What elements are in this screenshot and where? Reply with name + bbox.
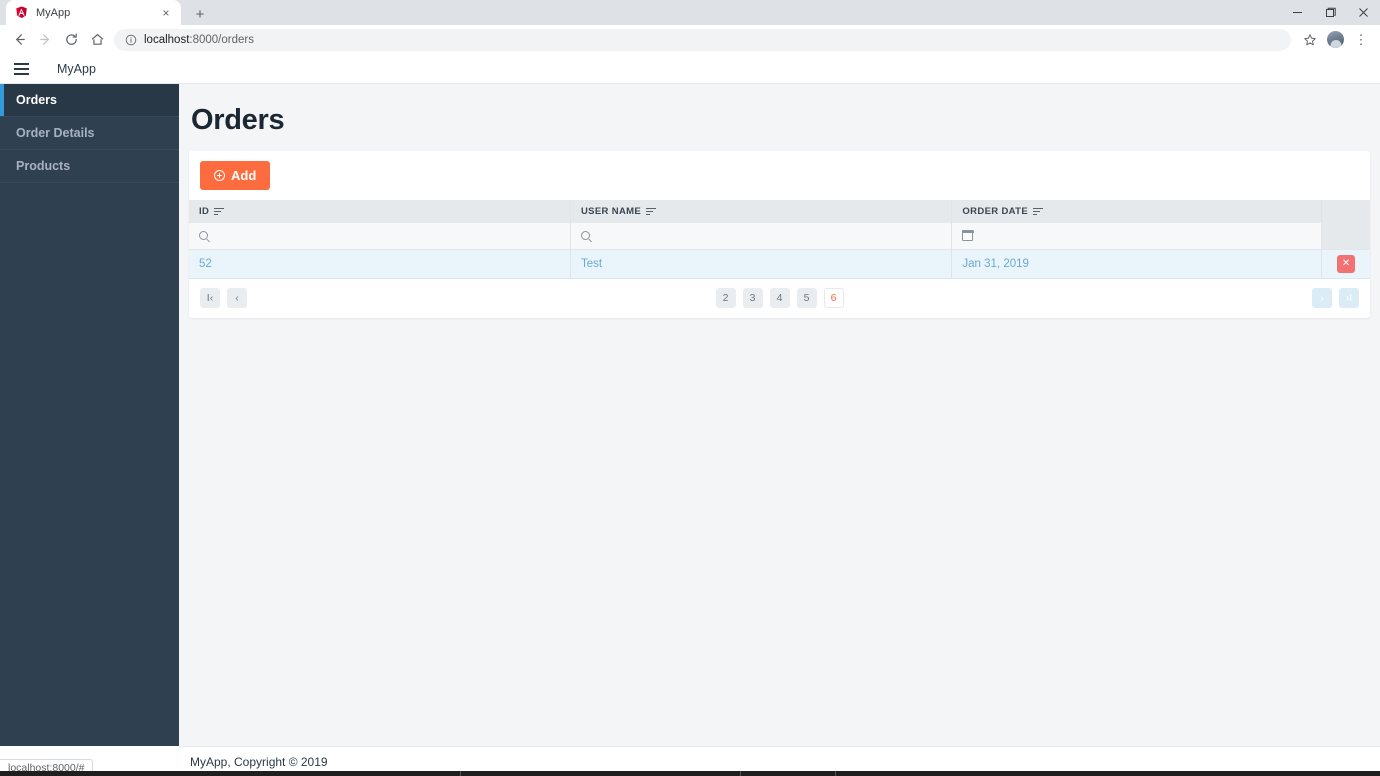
column-header-label: USER NAME bbox=[580, 206, 642, 217]
search-icon bbox=[580, 231, 590, 241]
filter-cell-id[interactable] bbox=[189, 223, 571, 250]
filter-cell-user-name[interactable] bbox=[570, 223, 953, 250]
sidebar-item-label: Orders bbox=[16, 93, 57, 107]
cell-user-name: Test bbox=[570, 249, 953, 279]
tab-strip: MyApp × + bbox=[0, 0, 1380, 25]
app-brand[interactable]: MyApp bbox=[57, 62, 96, 76]
pagination-pages: 2 3 4 5 6 bbox=[189, 288, 1370, 308]
home-icon[interactable] bbox=[84, 27, 110, 53]
filter-cell-order-date[interactable] bbox=[951, 223, 1323, 250]
pagination-last-button: ›I bbox=[1339, 288, 1359, 308]
pagination-first-button[interactable]: I‹ bbox=[200, 288, 220, 308]
app-navbar: MyApp bbox=[0, 55, 1380, 84]
pagination-left: I‹ ‹ bbox=[200, 288, 247, 308]
add-button-label: Add bbox=[231, 168, 257, 183]
user-name-link[interactable]: Test bbox=[581, 258, 602, 270]
toolbar-actions: ⋮ bbox=[1297, 27, 1374, 53]
pagination-prev-button[interactable]: ‹ bbox=[227, 288, 247, 308]
browser-window: MyApp × + localhost:8000/orders ⋮ MyApp … bbox=[0, 0, 1380, 776]
sort-icon[interactable] bbox=[214, 207, 225, 216]
cell-order-date: Jan 31, 2019 bbox=[951, 249, 1323, 279]
page-viewport: MyApp Orders Order Details Products Orde… bbox=[0, 55, 1380, 776]
table-filter-row bbox=[189, 223, 1370, 250]
pagination-page-6-current[interactable]: 6 bbox=[823, 288, 844, 308]
info-circle-icon[interactable] bbox=[124, 33, 137, 46]
sidebar-item-order-details[interactable]: Order Details bbox=[0, 117, 179, 150]
sort-icon[interactable] bbox=[1033, 207, 1044, 216]
close-window-icon[interactable] bbox=[1347, 0, 1380, 25]
address-host: localhost bbox=[144, 33, 190, 46]
new-tab-button[interactable]: + bbox=[187, 3, 213, 25]
address-bar-text: localhost:8000/orders bbox=[144, 34, 254, 46]
sort-icon[interactable] bbox=[646, 207, 657, 216]
browser-menu-icon[interactable]: ⋮ bbox=[1348, 27, 1374, 53]
table-header-row: ID USER NAME ORDER DATE bbox=[189, 200, 1370, 223]
pagination-page-5[interactable]: 5 bbox=[796, 288, 817, 308]
orders-card: Add ID USER NAME ORDER DATE 52 Test Jan … bbox=[189, 151, 1370, 318]
minimize-icon[interactable] bbox=[1281, 0, 1314, 25]
sidebar-item-products[interactable]: Products bbox=[0, 150, 179, 183]
address-bar[interactable]: localhost:8000/orders bbox=[114, 28, 1291, 51]
filter-order-date-input[interactable] bbox=[960, 225, 1314, 246]
pagination: I‹ ‹ 2 3 4 5 6 › ›I bbox=[189, 278, 1370, 318]
maximize-icon[interactable] bbox=[1314, 0, 1347, 25]
column-header-user-name[interactable]: USER NAME bbox=[570, 200, 953, 223]
pagination-right: › ›I bbox=[1312, 288, 1359, 308]
column-header-label: ORDER DATE bbox=[962, 206, 1029, 217]
column-header-label: ID bbox=[199, 206, 210, 217]
column-header-actions bbox=[1321, 200, 1370, 223]
os-taskbar bbox=[0, 771, 1380, 776]
column-header-id[interactable]: ID bbox=[189, 200, 571, 223]
cell-actions: ✕ bbox=[1321, 249, 1370, 279]
close-icon[interactable]: × bbox=[159, 6, 173, 20]
address-path: :8000/orders bbox=[189, 33, 254, 46]
plus-circle-icon bbox=[214, 170, 225, 181]
add-button[interactable]: Add bbox=[200, 161, 271, 190]
pagination-page-3[interactable]: 3 bbox=[742, 288, 763, 308]
main-content: Orders Add ID USER NAME ORDER DATE 52 Te… bbox=[179, 84, 1380, 776]
page-title: Orders bbox=[191, 104, 285, 136]
filter-cell-actions bbox=[1321, 223, 1370, 250]
sidebar-item-label: Products bbox=[16, 159, 71, 173]
filter-user-name-input[interactable] bbox=[578, 225, 944, 246]
filter-id-input[interactable] bbox=[197, 225, 562, 246]
back-icon[interactable] bbox=[6, 27, 32, 53]
pagination-page-4[interactable]: 4 bbox=[769, 288, 790, 308]
forward-icon[interactable] bbox=[32, 27, 58, 53]
angular-logo-icon bbox=[14, 6, 28, 20]
pagination-page-2[interactable]: 2 bbox=[715, 288, 736, 308]
app-body: Orders Order Details Products Orders Add bbox=[0, 84, 1380, 776]
orders-table: ID USER NAME ORDER DATE 52 Test Jan 31, … bbox=[189, 200, 1370, 279]
order-date-link[interactable]: Jan 31, 2019 bbox=[962, 258, 1029, 270]
order-id-link[interactable]: 52 bbox=[199, 258, 212, 270]
pagination-next-button: › bbox=[1312, 288, 1332, 308]
cell-id: 52 bbox=[189, 249, 571, 279]
window-controls bbox=[1281, 0, 1380, 25]
column-header-order-date[interactable]: ORDER DATE bbox=[951, 200, 1323, 223]
tab-title: MyApp bbox=[36, 6, 71, 19]
delete-row-button[interactable]: ✕ bbox=[1337, 254, 1356, 273]
bookmark-star-icon[interactable] bbox=[1297, 27, 1323, 53]
profile-avatar[interactable] bbox=[1327, 31, 1344, 48]
calendar-icon bbox=[962, 229, 974, 242]
sidebar: Orders Order Details Products bbox=[0, 84, 179, 776]
browser-toolbar: localhost:8000/orders ⋮ bbox=[0, 25, 1380, 55]
sidebar-item-orders[interactable]: Orders bbox=[0, 84, 179, 117]
table-row[interactable]: 52 Test Jan 31, 2019 ✕ bbox=[189, 249, 1370, 279]
footer-text: MyApp, Copyright © 2019 bbox=[190, 754, 328, 769]
sidebar-item-label: Order Details bbox=[16, 126, 95, 140]
browser-tab[interactable]: MyApp × bbox=[6, 0, 181, 25]
search-icon bbox=[199, 231, 208, 241]
hamburger-icon[interactable] bbox=[8, 56, 34, 82]
reload-icon[interactable] bbox=[58, 27, 84, 53]
card-toolbar: Add bbox=[189, 151, 1370, 200]
